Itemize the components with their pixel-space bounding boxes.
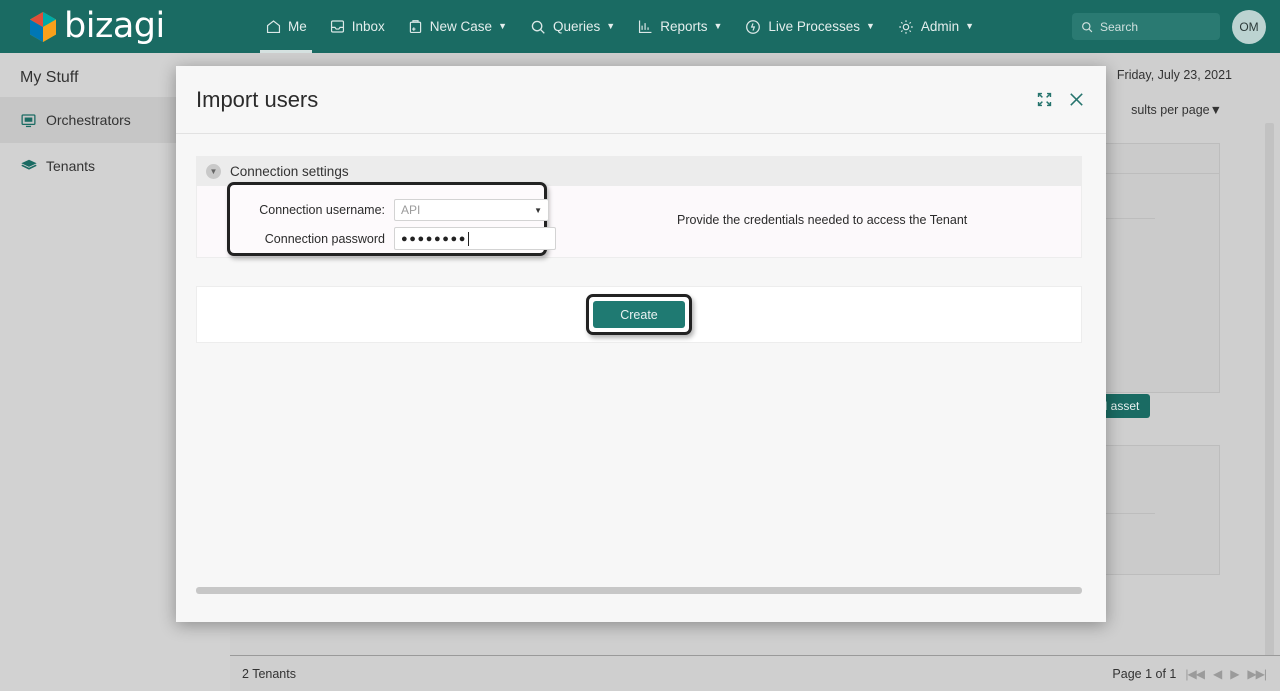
- pagination: Page 1 of 1 |◀◀ ◀ ▶ ▶▶|: [1112, 666, 1267, 681]
- nav-item-admin[interactable]: Admin ▼: [886, 0, 985, 53]
- connection-password-row: Connection password ●●●●●●●●: [245, 227, 556, 250]
- nav-item-label: Queries: [553, 19, 601, 34]
- live-processes-icon: [744, 18, 762, 36]
- connection-username-select[interactable]: API ▼: [394, 199, 549, 221]
- avatar[interactable]: OM: [1232, 9, 1266, 44]
- previous-page-button[interactable]: ◀: [1213, 667, 1222, 681]
- chevron-down-icon[interactable]: ▼: [206, 163, 221, 179]
- tenant-count: 2 Tenants: [242, 666, 296, 681]
- dialog-title: Import users: [196, 86, 319, 112]
- chevron-down-icon: ▼: [498, 21, 507, 31]
- results-per-page-selector[interactable]: sults per page▼: [1131, 103, 1222, 117]
- first-page-button[interactable]: |◀◀: [1185, 667, 1205, 681]
- nav-item-me[interactable]: Me: [254, 0, 318, 53]
- page-label: Page 1 of 1: [1112, 666, 1177, 681]
- layers-icon: [20, 157, 46, 175]
- chevron-down-icon: ▼: [965, 21, 975, 31]
- nav-item-label: Inbox: [351, 19, 385, 34]
- dialog-header-actions: [1036, 90, 1086, 109]
- connection-settings-section: ▼ Connection settings Connection usernam…: [196, 156, 1082, 258]
- close-icon[interactable]: [1067, 90, 1086, 109]
- nav-item-queries[interactable]: Queries ▼: [518, 0, 626, 53]
- status-bar: 2 Tenants Page 1 of 1 |◀◀ ◀ ▶ ▶▶|: [230, 655, 1280, 691]
- search-icon: [529, 18, 547, 36]
- reports-icon: [637, 18, 654, 35]
- import-users-dialog: Import users ▼ Connection settings Conne…: [176, 66, 1106, 622]
- results-per-page-label: sults per page: [1131, 103, 1210, 117]
- search-icon: [1080, 20, 1094, 34]
- connection-username-label: Connection username:: [259, 203, 385, 217]
- dialog-header: Import users: [176, 66, 1106, 134]
- new-case-icon: [407, 18, 424, 35]
- last-page-button[interactable]: ▶▶|: [1247, 667, 1267, 681]
- nav-item-label: Live Processes: [768, 19, 860, 34]
- chevron-down-icon: ▼: [534, 205, 542, 215]
- chevron-down-icon: ▼: [1209, 103, 1222, 117]
- chevron-down-icon: ▼: [713, 21, 723, 31]
- create-button[interactable]: Create: [593, 301, 685, 328]
- top-navigation-bar: bizagi Me Inbox New Case ▼ Queries ▼ Rep…: [0, 0, 1280, 53]
- search-input[interactable]: Search: [1100, 20, 1138, 34]
- content-scrollbar[interactable]: [1265, 123, 1274, 663]
- monitor-icon: [20, 112, 46, 129]
- connection-password-input[interactable]: ●●●●●●●●: [394, 227, 556, 250]
- brand-name: bizagi: [64, 6, 165, 46]
- nav-item-inbox[interactable]: Inbox: [318, 0, 396, 53]
- create-button-focus-outline: Create: [586, 294, 692, 335]
- connection-password-value: ●●●●●●●●: [401, 232, 467, 245]
- gear-icon: [897, 18, 915, 36]
- connection-password-label: Connection password: [264, 231, 385, 246]
- nav-item-label: Admin: [920, 19, 960, 34]
- chevron-down-icon: ▼: [865, 21, 875, 31]
- nav-item-new-case[interactable]: New Case ▼: [396, 0, 518, 53]
- bizagi-logo-icon: [28, 11, 58, 43]
- chevron-down-icon: ▼: [606, 21, 616, 31]
- next-page-button[interactable]: ▶: [1230, 667, 1239, 681]
- inbox-icon: [329, 18, 346, 35]
- dialog-horizontal-scrollbar[interactable]: [196, 587, 1082, 594]
- sidebar-item-label: Orchestrators: [46, 112, 131, 128]
- section-title: Connection settings: [230, 163, 349, 179]
- nav-item-live-processes[interactable]: Live Processes ▼: [733, 0, 885, 53]
- create-action-panel: Create: [196, 286, 1082, 343]
- section-body: Connection username: API ▼ Connection pa…: [196, 182, 1082, 258]
- bizagi-logo[interactable]: bizagi: [28, 9, 228, 44]
- home-icon: [265, 18, 282, 35]
- connection-username-value: API: [401, 203, 421, 217]
- nav-item-label: Me: [288, 19, 307, 34]
- expand-icon[interactable]: [1036, 91, 1053, 108]
- current-date: Friday, July 23, 2021: [1116, 68, 1232, 82]
- connection-username-row: Connection username: API ▼: [245, 199, 549, 221]
- nav-item-label: Reports: [660, 19, 708, 34]
- nav-items: Me Inbox New Case ▼ Queries ▼ Reports ▼ …: [254, 0, 985, 53]
- credentials-helper-text: Provide the credentials needed to access…: [677, 213, 968, 227]
- nav-item-label: New Case: [429, 19, 493, 34]
- text-cursor: [467, 231, 469, 246]
- global-search[interactable]: Search: [1072, 13, 1220, 40]
- nav-item-reports[interactable]: Reports ▼: [626, 0, 733, 53]
- sidebar-item-label: Tenants: [46, 158, 96, 174]
